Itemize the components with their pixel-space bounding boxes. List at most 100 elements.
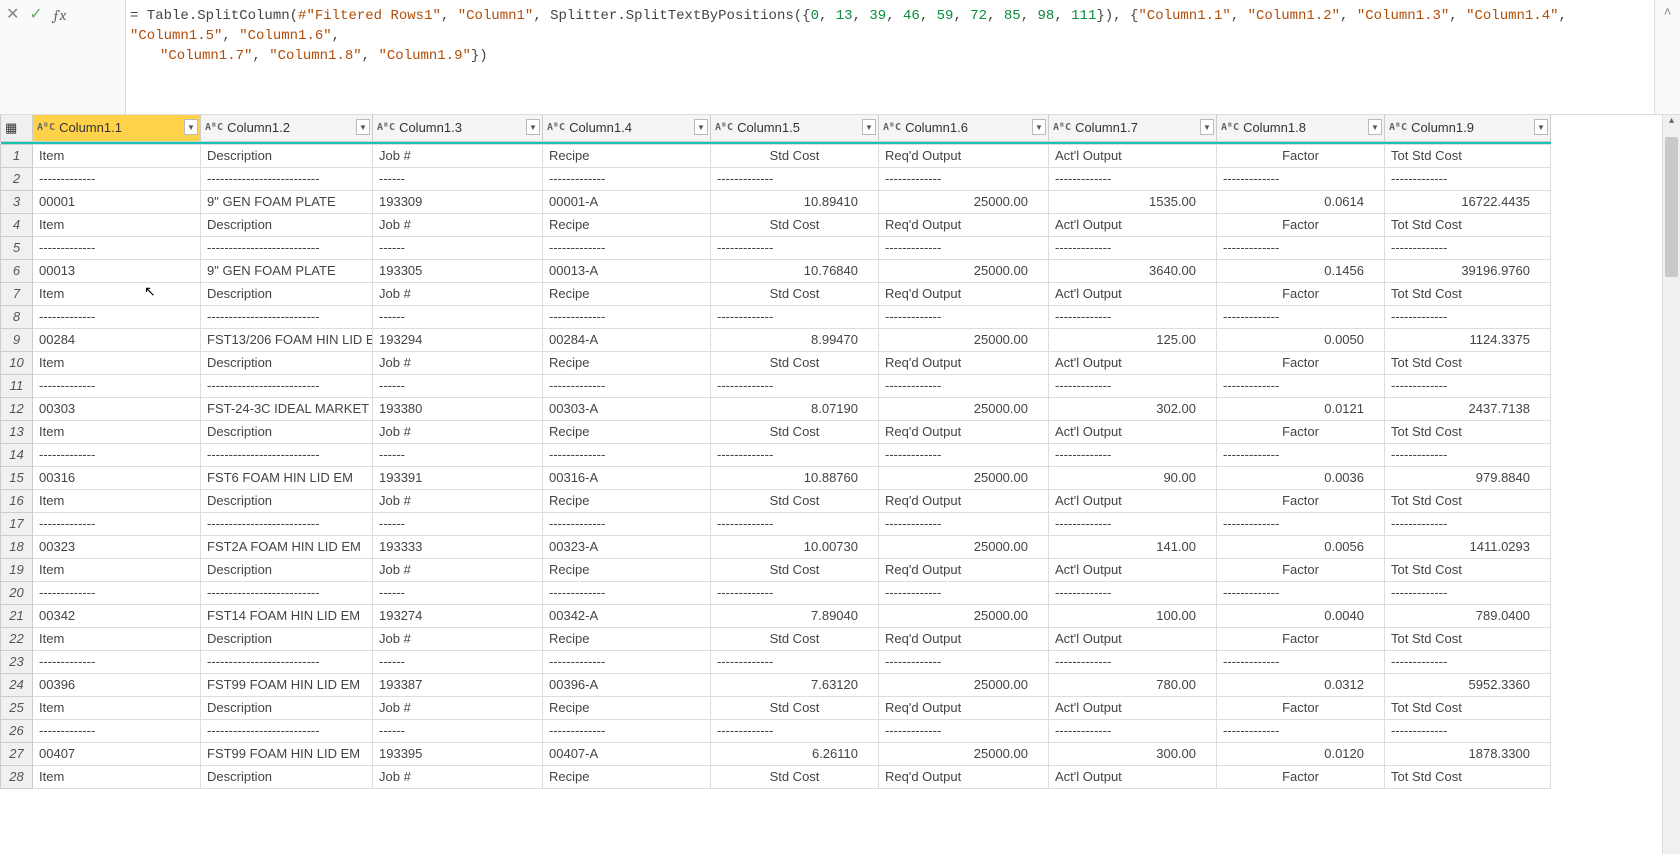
cell[interactable]: 00013-A xyxy=(543,259,711,282)
cell[interactable]: Factor xyxy=(1217,558,1385,581)
row-number[interactable]: 23 xyxy=(1,650,33,673)
cell[interactable]: ------------- xyxy=(1385,512,1551,535)
table-row[interactable]: 28ItemDescriptionJob #RecipeStd CostReq'… xyxy=(1,765,1551,788)
column-header-2[interactable]: AᴮCColumn1.2▼ xyxy=(201,115,373,141)
table-row[interactable]: 6000139" GEN FOAM PLATE19330500013-A10.7… xyxy=(1,259,1551,282)
cell[interactable]: ------------- xyxy=(879,443,1049,466)
cell[interactable]: 00342 xyxy=(33,604,201,627)
row-number[interactable]: 11 xyxy=(1,374,33,397)
cell[interactable]: Item xyxy=(33,558,201,581)
cell[interactable]: 0.0056 xyxy=(1217,535,1385,558)
cell[interactable]: ------------- xyxy=(543,650,711,673)
cell[interactable]: ------------- xyxy=(1049,374,1217,397)
cell[interactable]: Act'l Output xyxy=(1049,144,1217,167)
cell[interactable]: ------ xyxy=(373,443,543,466)
accept-icon[interactable]: ✓ xyxy=(29,4,42,26)
cell[interactable]: Req'd Output xyxy=(879,558,1049,581)
table-row[interactable]: 4ItemDescriptionJob #RecipeStd CostReq'd… xyxy=(1,213,1551,236)
cell[interactable]: ------------- xyxy=(1385,581,1551,604)
cell[interactable]: ------------- xyxy=(879,236,1049,259)
cell[interactable]: ------ xyxy=(373,167,543,190)
cell[interactable]: ------------- xyxy=(1217,374,1385,397)
cell[interactable]: Job # xyxy=(373,144,543,167)
column-header-6[interactable]: AᴮCColumn1.6▼ xyxy=(879,115,1049,141)
cell[interactable]: 10.89410 xyxy=(711,190,879,213)
cell[interactable]: ------------- xyxy=(543,305,711,328)
table-row[interactable]: 2---------------------------------------… xyxy=(1,167,1551,190)
cell[interactable]: 193333 xyxy=(373,535,543,558)
row-number[interactable]: 16 xyxy=(1,489,33,512)
table-row[interactable]: 17--------------------------------------… xyxy=(1,512,1551,535)
table-row[interactable]: 20--------------------------------------… xyxy=(1,581,1551,604)
cell[interactable]: -------------------------- xyxy=(201,167,373,190)
row-number[interactable]: 14 xyxy=(1,443,33,466)
cell[interactable]: Act'l Output xyxy=(1049,420,1217,443)
cell[interactable]: Act'l Output xyxy=(1049,351,1217,374)
cell[interactable]: ------------- xyxy=(711,443,879,466)
cancel-icon[interactable]: ✕ xyxy=(6,4,19,26)
cell[interactable]: Description xyxy=(201,351,373,374)
cell[interactable]: ------------- xyxy=(1385,236,1551,259)
cell[interactable]: 6.26110 xyxy=(711,742,879,765)
cell[interactable]: 193387 xyxy=(373,673,543,696)
cell[interactable]: Job # xyxy=(373,696,543,719)
cell[interactable]: Item xyxy=(33,213,201,236)
cell[interactable]: Std Cost xyxy=(711,558,879,581)
row-number[interactable]: 2 xyxy=(1,167,33,190)
column-header-8[interactable]: AᴮCColumn1.8▼ xyxy=(1217,115,1385,141)
cell[interactable]: ------------- xyxy=(1217,443,1385,466)
cell[interactable]: Std Cost xyxy=(711,765,879,788)
row-number[interactable]: 27 xyxy=(1,742,33,765)
row-number[interactable]: 10 xyxy=(1,351,33,374)
cell[interactable]: Act'l Output xyxy=(1049,696,1217,719)
cell[interactable]: Description xyxy=(201,144,373,167)
cell[interactable]: 789.0400 xyxy=(1385,604,1551,627)
row-number[interactable]: 8 xyxy=(1,305,33,328)
cell[interactable]: 00407-A xyxy=(543,742,711,765)
cell[interactable]: 1535.00 xyxy=(1049,190,1217,213)
text-type-icon[interactable]: AᴮC xyxy=(883,122,901,133)
column-dropdown-icon[interactable]: ▼ xyxy=(1200,119,1214,135)
cell[interactable]: 979.8840 xyxy=(1385,466,1551,489)
cell[interactable]: Req'd Output xyxy=(879,696,1049,719)
scroll-thumb[interactable] xyxy=(1665,137,1678,277)
row-number[interactable]: 26 xyxy=(1,719,33,742)
cell[interactable]: Item xyxy=(33,420,201,443)
cell[interactable]: 00316-A xyxy=(543,466,711,489)
formula-text[interactable]: = Table.SplitColumn(#"Filtered Rows1", "… xyxy=(125,0,1654,114)
table-row[interactable]: 11--------------------------------------… xyxy=(1,374,1551,397)
cell[interactable]: Tot Std Cost xyxy=(1385,696,1551,719)
cell[interactable]: Item xyxy=(33,282,201,305)
cell[interactable]: -------------------------- xyxy=(201,650,373,673)
text-type-icon[interactable]: AᴮC xyxy=(547,122,565,133)
cell[interactable]: Item xyxy=(33,351,201,374)
cell[interactable]: 2437.7138 xyxy=(1385,397,1551,420)
cell[interactable]: ------------- xyxy=(33,167,201,190)
cell[interactable]: 25000.00 xyxy=(879,535,1049,558)
cell[interactable]: 300.00 xyxy=(1049,742,1217,765)
cell[interactable]: Factor xyxy=(1217,696,1385,719)
cell[interactable]: Std Cost xyxy=(711,489,879,512)
cell[interactable]: Act'l Output xyxy=(1049,558,1217,581)
cell[interactable]: ------------- xyxy=(711,374,879,397)
row-number[interactable]: 19 xyxy=(1,558,33,581)
table-row[interactable]: 23--------------------------------------… xyxy=(1,650,1551,673)
cell[interactable]: 1124.3375 xyxy=(1385,328,1551,351)
table-row[interactable]: 26--------------------------------------… xyxy=(1,719,1551,742)
cell[interactable]: -------------------------- xyxy=(201,236,373,259)
cell[interactable]: Factor xyxy=(1217,627,1385,650)
cell[interactable]: ------------- xyxy=(1217,512,1385,535)
cell[interactable]: ------------- xyxy=(1217,650,1385,673)
cell[interactable]: 9" GEN FOAM PLATE xyxy=(201,190,373,213)
cell[interactable]: ------------- xyxy=(1217,719,1385,742)
cell[interactable]: Description xyxy=(201,282,373,305)
cell[interactable]: Tot Std Cost xyxy=(1385,351,1551,374)
column-dropdown-icon[interactable]: ▼ xyxy=(1368,119,1382,135)
table-row[interactable]: 7ItemDescriptionJob #RecipeStd CostReq'd… xyxy=(1,282,1551,305)
cell[interactable]: 7.63120 xyxy=(711,673,879,696)
cell[interactable]: Req'd Output xyxy=(879,144,1049,167)
cell[interactable]: ------------- xyxy=(1217,305,1385,328)
cell[interactable]: 1411.0293 xyxy=(1385,535,1551,558)
cell[interactable]: 193294 xyxy=(373,328,543,351)
cell[interactable]: ------------- xyxy=(543,167,711,190)
